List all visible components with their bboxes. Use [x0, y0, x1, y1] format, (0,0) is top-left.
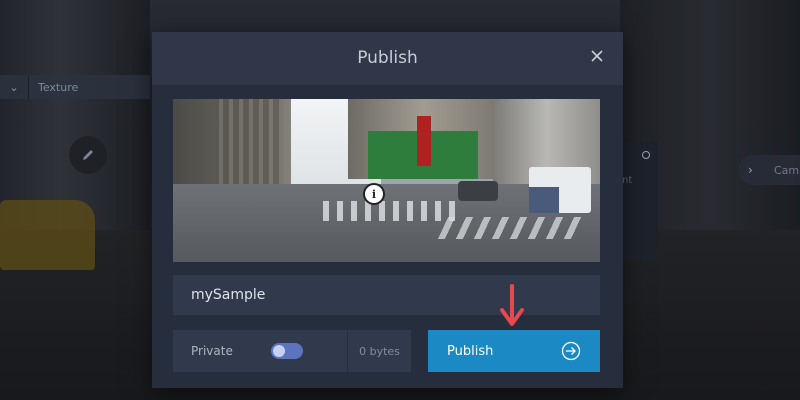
- info-icon[interactable]: i: [363, 183, 385, 205]
- preview-truck: [529, 167, 591, 213]
- publish-button-label: Publish: [447, 343, 494, 359]
- publish-dialog: Publish i Private 0 bytes Publish: [152, 32, 623, 388]
- texture-panel-header[interactable]: ⌄ Texture: [0, 75, 150, 99]
- private-toggle[interactable]: [271, 343, 303, 359]
- edit-button[interactable]: [69, 136, 107, 174]
- chevron-right-icon: ›: [748, 163, 753, 177]
- preview-sign: [417, 116, 431, 166]
- dialog-header: Publish: [152, 32, 623, 85]
- toggle-knob: [273, 345, 285, 357]
- private-label: Private: [191, 344, 233, 358]
- pencil-icon: [83, 150, 93, 160]
- preview-building: [213, 99, 283, 191]
- dialog-title: Publish: [357, 48, 418, 68]
- radio-dot-icon[interactable]: [642, 151, 650, 159]
- name-input[interactable]: [173, 275, 600, 315]
- side-panel-card: nt: [622, 142, 658, 260]
- file-size: 0 bytes: [359, 344, 400, 358]
- publish-button[interactable]: Publish: [428, 330, 600, 372]
- close-button[interactable]: [587, 46, 607, 66]
- annotation-arrow-icon: [500, 284, 524, 326]
- privacy-row: Private 0 bytes: [173, 330, 411, 372]
- close-icon: [591, 50, 603, 62]
- preview-car: [458, 181, 498, 201]
- preview-crosswalk: [437, 217, 589, 239]
- preview-crosswalk: [323, 201, 463, 221]
- camera-button[interactable]: › Cam: [738, 155, 800, 185]
- texture-panel-label: Texture: [38, 80, 79, 94]
- arrow-right-circle-icon: [561, 341, 581, 361]
- side-panel-text: nt: [622, 175, 633, 186]
- chevron-down-icon: ⌄: [9, 80, 19, 94]
- panorama-preview: i: [173, 99, 600, 262]
- camera-button-label: Cam: [774, 163, 800, 177]
